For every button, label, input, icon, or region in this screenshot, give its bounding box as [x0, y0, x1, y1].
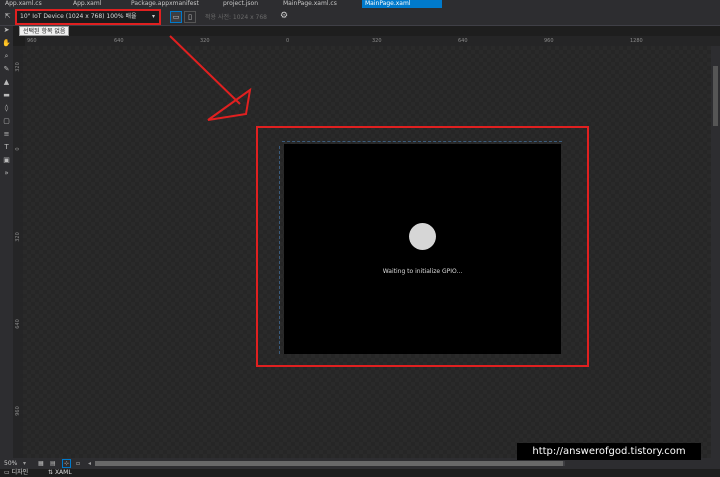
rectangle-icon[interactable]: ▢ — [2, 117, 11, 126]
snap-gridlines-icon[interactable]: ⊹ — [62, 459, 72, 468]
ruler-tick-label: 0 — [286, 38, 290, 44]
effects-toggle-icon[interactable]: ▫ — [76, 458, 80, 469]
device-frame-edge — [282, 141, 562, 143]
chevron-down-icon: ▾ — [151, 13, 155, 20]
tab-project-json[interactable]: project.json — [220, 0, 261, 8]
portrait-orientation-button[interactable]: ▯ — [184, 11, 196, 23]
tab-xaml-label: XAML — [54, 469, 72, 476]
ruler-tick-label: 640 — [458, 38, 468, 44]
ruler-tick-label: 960 — [544, 38, 554, 44]
vertical-scroll-thumb[interactable] — [713, 66, 718, 126]
snap-toggle-icon[interactable]: ▤ — [50, 458, 56, 469]
effective-size-label: 적용 사전: 1024 x 768 — [205, 14, 268, 21]
paint-bucket-icon[interactable]: ▲ — [2, 78, 11, 87]
designer-toolbar: ⇱ 10" IoT Device (1024 x 768) 100% 배율 ▾ … — [0, 8, 720, 26]
designer-tool-strip: ➤ ✋ ⌕ ✎ ▲ ▬ ◊ ▢ ≡ T ▣ » — [0, 26, 13, 458]
ruler-tick-label: 0 — [15, 147, 21, 151]
pan-hand-icon[interactable]: ✋ — [2, 39, 11, 48]
tab-app-xaml-cs[interactable]: App.xaml.cs — [2, 0, 45, 8]
text-icon[interactable]: T — [2, 143, 11, 152]
grid-toggle-icon[interactable]: ▦ — [38, 458, 44, 469]
expand-icon[interactable]: » — [2, 169, 11, 178]
pointer-tool-icon[interactable]: ⇱ — [3, 12, 12, 21]
tab-mainpage-xaml-cs[interactable]: MainPage.xaml.cs — [280, 0, 340, 8]
grid-icon[interactable]: ≡ — [2, 130, 11, 139]
ruler-tick-label: 640 — [15, 319, 21, 329]
pen-icon[interactable]: ◊ — [2, 104, 11, 113]
tab-mainpage-xaml[interactable]: MainPage.xaml — [362, 0, 442, 8]
gear-icon[interactable]: ⚙ — [280, 11, 288, 21]
zoom-dropdown-icon[interactable]: ▾ — [23, 458, 26, 469]
horizontal-scrollbar[interactable] — [95, 461, 565, 466]
ruler-vertical: 320 0 320 640 960 — [13, 46, 23, 458]
ruler-tick-label: 320 — [372, 38, 382, 44]
ruler-tick-label: 960 — [27, 38, 37, 44]
landscape-orientation-button[interactable]: ▭ — [170, 11, 182, 23]
document-tab-strip: App.xaml.cs App.xaml Package.appxmanifes… — [0, 0, 720, 8]
scroll-left-icon[interactable]: ◂ — [88, 458, 91, 469]
ruler-tick-label: 640 — [114, 38, 124, 44]
ruler-tick-label: 1280 — [630, 38, 643, 44]
ruler-tick-label: 960 — [15, 406, 21, 416]
device-selector-label: 10" IoT Device (1024 x 768) 100% 배율 — [20, 13, 137, 20]
device-selector-dropdown[interactable]: 10" IoT Device (1024 x 768) 100% 배율 ▾ — [15, 9, 161, 25]
zoom-level[interactable]: 50% — [4, 458, 17, 469]
horizontal-scroll-thumb[interactable] — [95, 461, 563, 466]
eraser-icon[interactable]: ▬ — [2, 91, 11, 100]
tab-app-xaml[interactable]: App.xaml — [70, 0, 104, 8]
view-tab-strip: ▭ 디자인 ⇅ XAML — [0, 469, 720, 477]
tab-package-appxmanifest[interactable]: Package.appxmanifest — [128, 0, 202, 8]
ruler-horizontal: 960 640 320 0 320 640 960 1280 — [25, 36, 720, 46]
vertical-scrollbar[interactable] — [711, 46, 720, 458]
ruler-tick-label: 320 — [15, 232, 21, 242]
status-indicator-circle — [409, 223, 436, 250]
ruler-tick-label: 320 — [15, 62, 21, 72]
select-arrow-icon[interactable]: ➤ — [2, 26, 11, 35]
annotation-arrow — [169, 35, 252, 121]
device-frame-edge — [279, 146, 281, 354]
tab-xaml[interactable]: ⇅ XAML — [48, 469, 72, 477]
gpio-status-text: Waiting to initialize GPIO... — [382, 268, 463, 275]
tab-design[interactable]: ▭ 디자인 — [4, 469, 28, 477]
watermark-url: http://answerofgod.tistory.com — [517, 443, 701, 460]
tab-design-label: 디자인 — [11, 469, 29, 476]
selection-tooltip: 선택된 항목 없음 — [19, 26, 70, 36]
controls-icon[interactable]: ▣ — [2, 156, 11, 165]
zoom-icon[interactable]: ⌕ — [2, 52, 11, 61]
eyedropper-icon[interactable]: ✎ — [2, 65, 11, 74]
